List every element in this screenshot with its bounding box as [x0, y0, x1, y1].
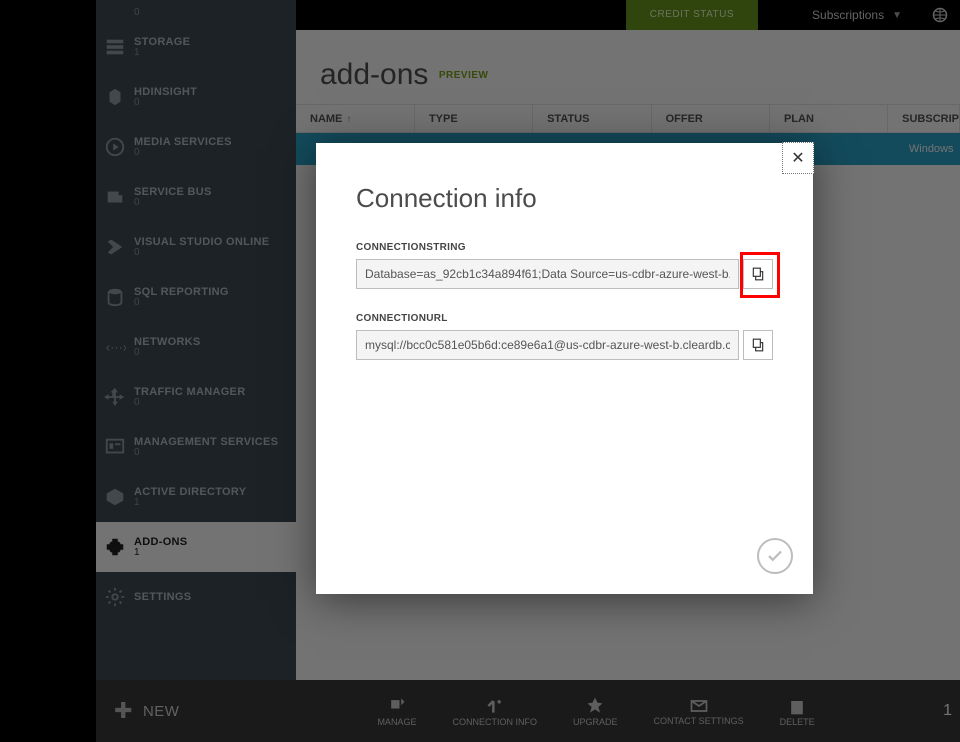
field-label: CONNECTIONSTRING	[356, 242, 773, 253]
field-connectionstring: CONNECTIONSTRING	[316, 234, 813, 289]
modal-title: Connection info	[316, 143, 813, 234]
copy-icon	[751, 267, 765, 281]
check-icon	[766, 547, 784, 565]
field-label: CONNECTIONURL	[356, 313, 773, 324]
ok-button[interactable]	[757, 538, 793, 574]
connectionstring-input[interactable]	[356, 259, 739, 289]
close-icon: ✕	[791, 148, 804, 168]
field-connectionurl: CONNECTIONURL	[316, 305, 813, 360]
copy-connectionstring-button[interactable]	[743, 259, 773, 289]
close-button[interactable]: ✕	[782, 142, 814, 174]
copy-icon	[751, 338, 765, 352]
connection-info-modal: ✕ Connection info CONNECTIONSTRING CONNE…	[316, 143, 813, 594]
connectionurl-input[interactable]	[356, 330, 739, 360]
copy-connectionurl-button[interactable]	[743, 330, 773, 360]
